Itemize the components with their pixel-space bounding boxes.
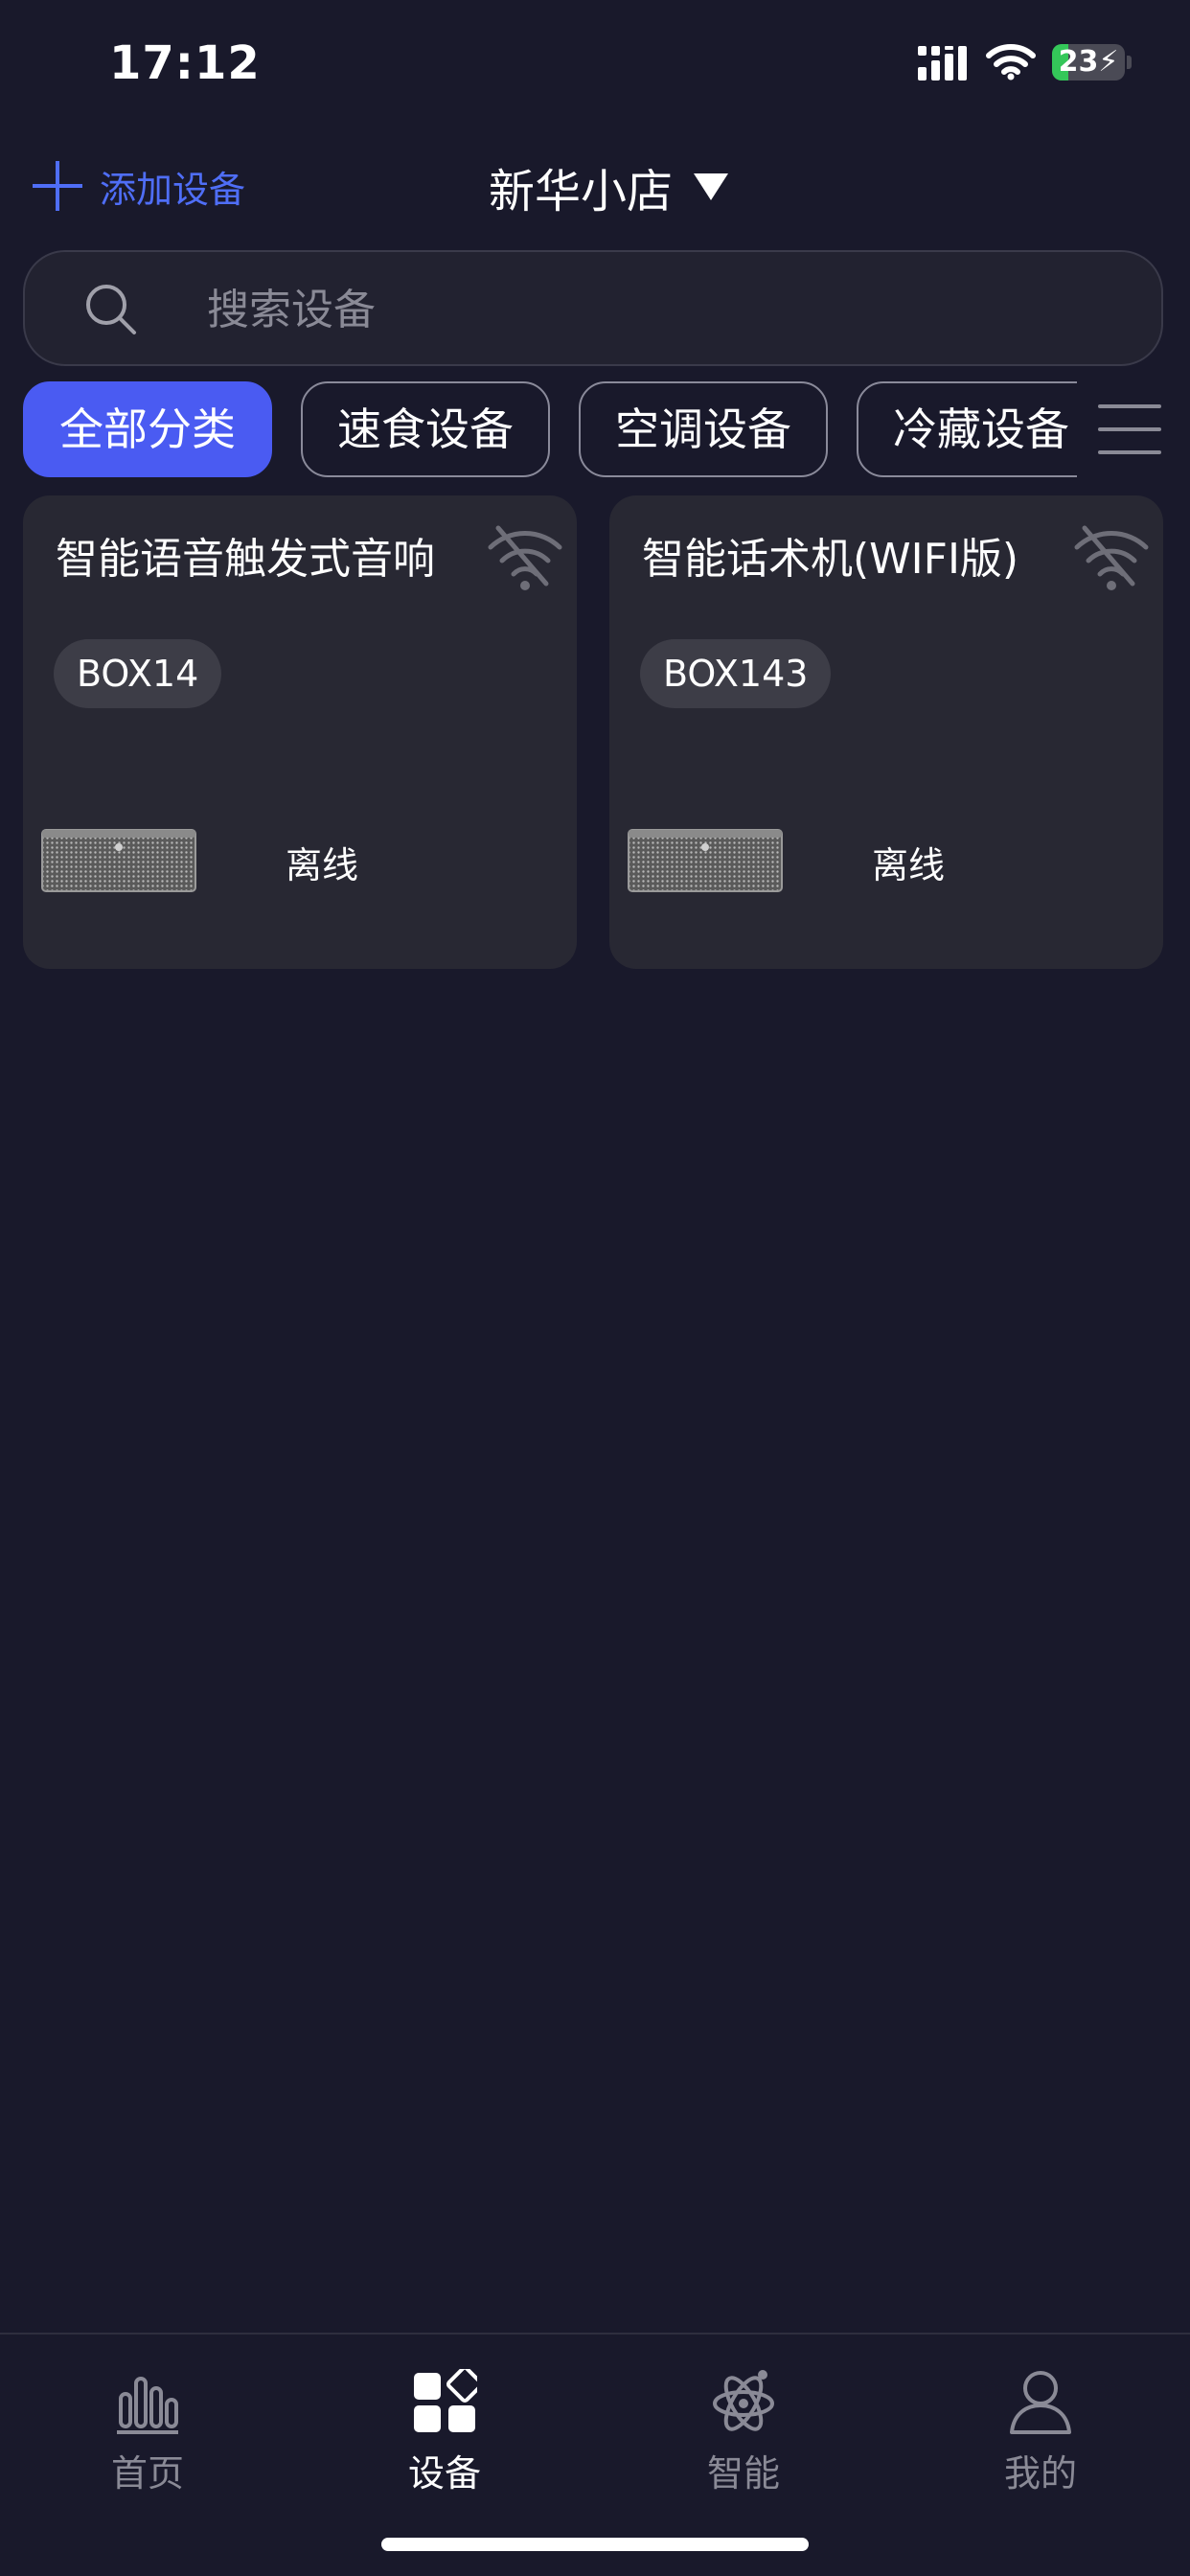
wifi-icon [986,44,1036,80]
nav-devices-label: 设备 [407,2452,481,2495]
caret-down-icon [694,173,729,200]
device-code-badge: BOX143 [640,639,832,708]
cellular-signal-icon [918,46,967,80]
category-tabs: 全部分类 速食设备 空调设备 冷藏设备 [23,381,1077,477]
tab-air-conditioning-devices[interactable]: 空调设备 [579,381,828,477]
tab-fast-food-devices[interactable]: 速食设备 [301,381,550,477]
add-device-button[interactable]: 添加设备 [31,157,245,215]
device-status: 离线 [872,844,946,886]
header: 添加设备 新华小店 [0,144,1190,230]
battery-level-text: 23⚡ [1058,45,1119,79]
store-selector[interactable]: 新华小店 [489,153,729,220]
tab-all-categories[interactable]: 全部分类 [23,381,272,477]
search-icon [86,285,136,334]
device-status: 离线 [286,844,359,886]
device-name: 智能语音触发式音响 [56,535,435,584]
home-chart-icon [117,2377,178,2434]
user-icon [1010,2371,1071,2434]
store-name: 新华小店 [489,165,674,218]
tab-refrigeration-devices[interactable]: 冷藏设备 [857,381,1077,477]
atom-icon [713,2370,774,2431]
speaker-device-image [41,829,196,892]
speaker-device-image [628,829,783,892]
nav-home[interactable]: 首页 [52,2350,243,2513]
device-name: 智能话术机(WIFI版) [642,535,1019,584]
status-bar: 17:12 23⚡ [0,0,1190,134]
wifi-off-icon [488,525,562,590]
device-code-badge: BOX14 [54,639,222,708]
nav-profile[interactable]: 我的 [945,2350,1136,2513]
nav-smart-label: 智能 [706,2452,780,2495]
device-card[interactable]: 智能语音触发式音响 BOX14 离线 [23,495,577,969]
device-card[interactable]: 智能话术机(WIFI版) BOX143 离线 [609,495,1163,969]
devices-grid-icon [414,2369,477,2432]
category-menu-icon[interactable] [1098,402,1161,456]
status-time: 17:12 [109,36,261,90]
plus-icon [31,159,84,213]
home-indicator [381,2538,809,2551]
search-input[interactable] [207,271,1127,348]
battery-tip [1127,56,1132,69]
add-device-label: 添加设备 [100,168,246,211]
wifi-off-icon [1074,525,1149,590]
battery-indicator: 23⚡ [1052,44,1125,80]
nav-home-label: 首页 [110,2452,184,2495]
nav-smart[interactable]: 智能 [648,2350,839,2513]
nav-profile-label: 我的 [1003,2452,1077,2495]
search-bar[interactable] [23,250,1163,366]
nav-devices[interactable]: 设备 [349,2350,540,2513]
